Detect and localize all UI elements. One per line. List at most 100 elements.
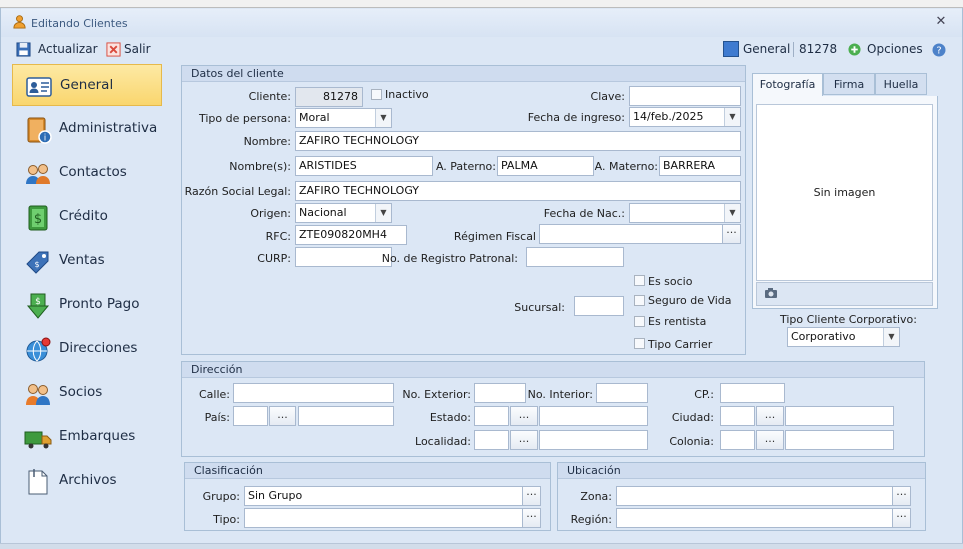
es-rentista-label: Es rentista — [648, 315, 707, 328]
localidad-label: Localidad: — [415, 435, 471, 448]
region-field[interactable] — [616, 508, 893, 528]
colonia-code-field[interactable] — [720, 430, 755, 450]
sidebar-item-ventas[interactable]: $ Ventas — [12, 240, 162, 282]
sidebar-item-credito[interactable]: $ Crédito — [12, 196, 162, 238]
title-bar — [1, 9, 962, 37]
section-label: General — [743, 42, 791, 56]
add-circle-icon[interactable] — [848, 43, 861, 56]
tab-fotografia[interactable]: Fotografía — [752, 73, 823, 96]
no-exterior-field[interactable] — [474, 383, 526, 403]
ciudad-code-field[interactable] — [720, 406, 755, 426]
amaterno-label: A. Materno: — [594, 160, 658, 173]
book-info-icon: i — [27, 117, 52, 144]
curp-field[interactable] — [295, 247, 392, 267]
sidebar-item-embarques[interactable]: Embarques — [12, 416, 162, 458]
grupo-field[interactable]: Sin Grupo — [244, 486, 523, 506]
localidad-browse-button[interactable]: ... — [510, 430, 538, 450]
camera-icon[interactable] — [764, 286, 778, 300]
window-title: Editando Clientes — [31, 17, 128, 30]
tab-huella[interactable]: Huella — [875, 73, 927, 95]
region-browse-button[interactable]: ··· — [892, 508, 911, 528]
nombres-field[interactable]: ARISTIDES — [295, 156, 433, 176]
group-header: Datos del cliente — [182, 66, 745, 82]
chevron-down-icon[interactable]: ▼ — [724, 108, 740, 126]
fecha-ingreso-value: 14/feb./2025 — [633, 110, 704, 123]
sidebar-item-direcciones[interactable]: Direcciones — [12, 328, 162, 370]
fecha-nac-select[interactable]: ▼ — [629, 203, 741, 223]
registro-patronal-field[interactable] — [526, 247, 624, 267]
chevron-down-icon[interactable]: ▼ — [724, 204, 740, 222]
sidebar-item-label: Ventas — [59, 252, 105, 268]
apaterno-field[interactable]: PALMA — [497, 156, 594, 176]
record-number: 81278 — [799, 42, 838, 56]
sidebar-item-socios[interactable]: Socios — [12, 372, 162, 414]
tipo-persona-label: Tipo de persona: — [198, 112, 291, 125]
rfc-field[interactable]: ZTE090820MH4 — [295, 225, 407, 245]
sidebar-item-administrativa[interactable]: i Administrativa — [12, 108, 162, 150]
grupo-label: Grupo: — [202, 490, 240, 503]
sidebar-item-contactos[interactable]: Contactos — [12, 152, 162, 194]
apaterno-label: A. Paterno: — [435, 160, 496, 173]
origen-select[interactable]: Nacional ▼ — [295, 203, 392, 223]
regimen-field[interactable] — [539, 224, 724, 244]
es-rentista-checkbox[interactable] — [634, 316, 645, 327]
save-icon[interactable] — [16, 42, 31, 57]
estado-browse-button[interactable]: ... — [510, 406, 538, 426]
nombre-field[interactable]: ZAFIRO TECHNOLOGY — [295, 131, 741, 151]
sidebar-item-archivos[interactable]: Archivos — [12, 460, 162, 502]
tipo-persona-select[interactable]: Moral ▼ — [295, 108, 392, 128]
grupo-browse-button[interactable]: ··· — [522, 486, 541, 506]
estado-name-field[interactable] — [539, 406, 648, 426]
zona-field[interactable] — [616, 486, 893, 506]
fecha-ingreso-select[interactable]: 14/feb./2025 ▼ — [629, 107, 741, 127]
sucursal-field[interactable] — [574, 296, 624, 316]
no-interior-field[interactable] — [596, 383, 648, 403]
pais-code-field[interactable] — [233, 406, 268, 426]
regimen-browse-button[interactable]: ··· — [722, 224, 741, 244]
exit-icon[interactable] — [106, 42, 121, 57]
ciudad-name-field[interactable] — [785, 406, 894, 426]
razon-field[interactable]: ZAFIRO TECHNOLOGY — [295, 181, 741, 201]
es-socio-checkbox[interactable] — [634, 275, 645, 286]
tipo-carrier-checkbox[interactable] — [634, 338, 645, 349]
chevron-down-icon[interactable]: ▼ — [883, 328, 899, 346]
people-icon — [26, 164, 50, 184]
top-strip — [0, 0, 963, 8]
localidad-code-field[interactable] — [474, 430, 509, 450]
sidebar-item-general[interactable]: General — [12, 64, 162, 106]
pais-browse-button[interactable]: ... — [269, 406, 296, 426]
opciones-button[interactable]: Opciones — [867, 40, 923, 58]
ciudad-browse-button[interactable]: ... — [756, 406, 784, 426]
region-label: Región: — [570, 513, 612, 526]
tipo-browse-button[interactable]: ··· — [522, 508, 541, 528]
amaterno-field[interactable]: BARRERA — [659, 156, 741, 176]
colonia-browse-button[interactable]: ... — [756, 430, 784, 450]
actualizar-button[interactable]: Actualizar — [38, 40, 98, 58]
chevron-down-icon[interactable]: ▼ — [375, 109, 391, 127]
sidebar-item-pronto-pago[interactable]: $ Pronto Pago — [12, 284, 162, 326]
zona-browse-button[interactable]: ··· — [892, 486, 911, 506]
inactivo-checkbox[interactable] — [371, 89, 382, 100]
seguro-vida-label: Seguro de Vida — [648, 294, 732, 307]
partners-icon — [26, 384, 50, 405]
calle-label: Calle: — [198, 388, 230, 401]
tipo-corporativo-select[interactable]: Corporativo ▼ — [787, 327, 900, 347]
tipo-corporativo-value: Corporativo — [791, 330, 856, 343]
seguro-vida-checkbox[interactable] — [634, 295, 645, 306]
help-icon[interactable]: ? — [932, 43, 946, 57]
cliente-field: 81278 — [295, 87, 363, 107]
calle-field[interactable] — [233, 383, 394, 403]
colonia-name-field[interactable] — [785, 430, 894, 450]
clave-field[interactable] — [629, 86, 741, 106]
no-exterior-label: No. Exterior: — [402, 388, 471, 401]
localidad-name-field[interactable] — [539, 430, 648, 450]
pais-name-field[interactable] — [298, 406, 394, 426]
cp-field[interactable] — [720, 383, 785, 403]
salir-button[interactable]: Salir — [124, 40, 151, 58]
svg-text:$: $ — [34, 260, 39, 269]
estado-code-field[interactable] — [474, 406, 509, 426]
chevron-down-icon[interactable]: ▼ — [375, 204, 391, 222]
close-icon[interactable]: ✕ — [934, 15, 948, 29]
tipo-field[interactable] — [244, 508, 523, 528]
tab-firma[interactable]: Firma — [823, 73, 875, 95]
